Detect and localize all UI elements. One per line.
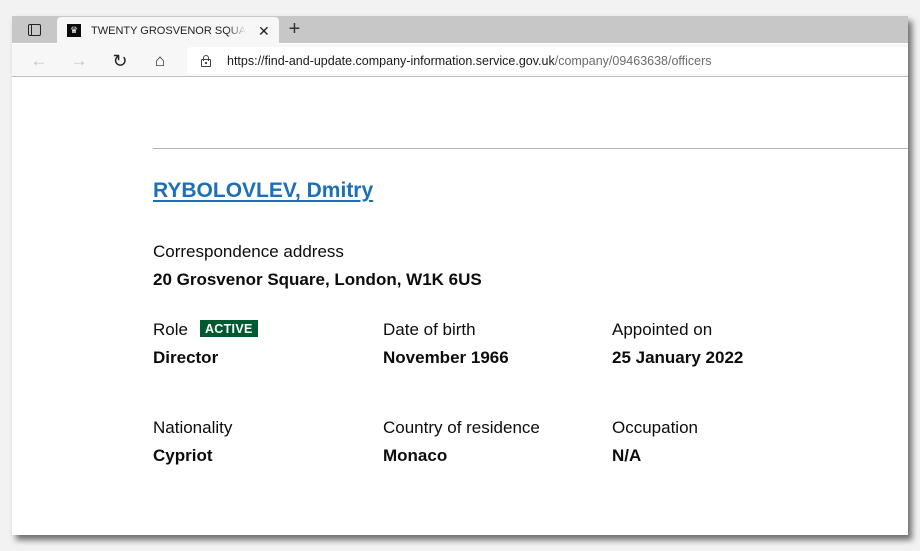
appointed-on-label: Appointed on [612,320,713,339]
address-bar[interactable]: https://find-and-update.company-informat… [187,47,908,74]
country-of-residence-value: Monaco [383,446,448,465]
nationality-label: Nationality [153,418,233,437]
date-of-birth-label: Date of birth [383,320,476,339]
browser-toolbar: ← → ↻ ⌂ https://find-and-update.company-… [12,44,908,77]
browser-window: ♛ TWENTY GROSVENOR SQUARE MANAGEMENT LIM… [12,16,908,535]
role-value: Director [153,348,219,367]
occupation-value: N/A [612,446,642,465]
page-content: RYBOLOVLEV, Dmitry Correspondence addres… [12,78,908,535]
reload-icon[interactable]: ↻ [107,48,133,74]
new-tab-button[interactable]: + [282,17,307,42]
url-text[interactable]: https://find-and-update.company-informat… [227,54,712,68]
forward-arrow-icon[interactable]: → [66,48,92,74]
url-path: /company/09463638/officers [554,53,712,68]
correspondence-address-value: 20 Grosvenor Square, London, W1K 6US [153,270,482,289]
tab-title: TWENTY GROSVENOR SQUARE MANAGEMENT LIMIT… [91,24,246,37]
active-tab[interactable]: ♛ TWENTY GROSVENOR SQUARE MANAGEMENT LIM… [57,17,279,44]
home-icon[interactable]: ⌂ [147,48,173,74]
correspondence-address-label: Correspondence address [153,242,344,261]
close-tab-icon[interactable]: ✕ [258,24,270,38]
date-of-birth-value: November 1966 [383,348,509,367]
url-host: https://find-and-update.company-informat… [227,53,555,68]
tab-actions-icon [27,23,41,36]
role-label: Role [153,320,188,339]
status-badge: ACTIVE [199,320,258,337]
nationality-value: Cypriot [153,446,213,465]
role-label-row: Role ACTIVE [153,320,258,340]
occupation-label: Occupation [612,418,698,437]
back-arrow-icon[interactable]: ← [26,48,52,74]
lock-icon[interactable] [201,54,211,67]
section-divider [153,148,908,149]
tab-strip: ♛ TWENTY GROSVENOR SQUARE MANAGEMENT LIM… [12,16,908,44]
officer-name-link[interactable]: RYBOLOVLEV, Dmitry [153,179,373,203]
appointed-on-value: 25 January 2022 [612,348,744,367]
tab-actions-button[interactable] [12,16,56,43]
country-of-residence-label: Country of residence [383,418,540,437]
crown-icon: ♛ [67,24,81,37]
